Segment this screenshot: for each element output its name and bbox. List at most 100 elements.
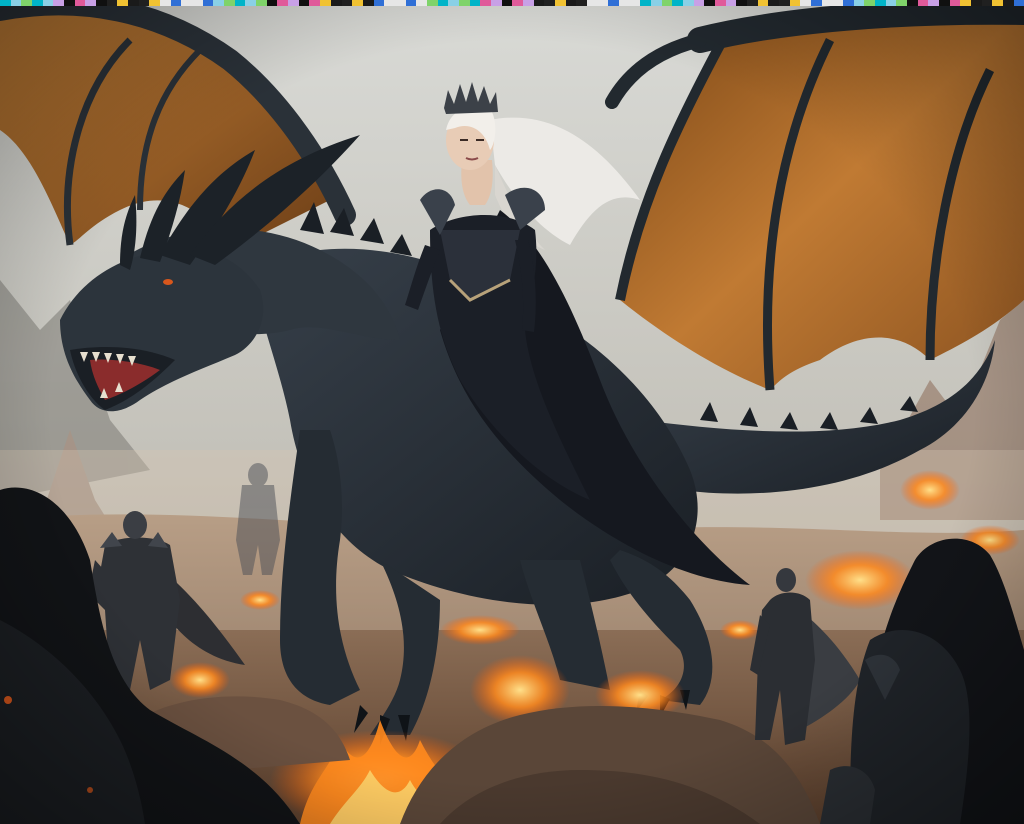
glitch-segment	[224, 0, 235, 6]
glitch-segment	[362, 0, 374, 6]
glitch-segment	[352, 0, 363, 6]
glitch-segment	[480, 0, 491, 6]
glitch-segment	[234, 0, 246, 6]
glitch-segment	[181, 0, 193, 6]
glitch-segment	[736, 0, 748, 6]
glitch-segment	[170, 0, 182, 6]
glitch-segment	[885, 0, 897, 6]
glitch-segment	[74, 0, 86, 6]
glitch-segment	[416, 0, 427, 6]
glitch-segment	[779, 0, 790, 6]
glitch-segment	[544, 0, 555, 6]
glitch-segment	[32, 0, 43, 6]
glitch-strip	[0, 0, 1024, 6]
glitch-segment	[576, 0, 587, 6]
glitch-segment	[245, 0, 257, 6]
glitch-segment	[256, 0, 267, 6]
glitch-segment	[704, 0, 716, 6]
glitch-segment	[747, 0, 758, 6]
glitch-segment	[1013, 0, 1024, 6]
glitch-segment	[650, 0, 662, 6]
glitch-segment	[981, 0, 993, 6]
glitch-segment	[522, 0, 534, 6]
glitch-segment	[661, 0, 673, 6]
vignette	[0, 0, 1024, 824]
glitch-segment	[875, 0, 886, 6]
glitch-segment	[64, 0, 75, 6]
glitch-segment	[10, 0, 22, 6]
glitch-segment	[554, 0, 566, 6]
glitch-segment	[341, 0, 353, 6]
glitch-segment	[757, 0, 769, 6]
glitch-segment	[320, 0, 331, 6]
glitch-segment	[21, 0, 33, 6]
glitch-segment	[309, 0, 321, 6]
glitch-segment	[213, 0, 225, 6]
glitch-segment	[330, 0, 342, 6]
glitch-segment	[138, 0, 150, 6]
glitch-segment	[288, 0, 299, 6]
glitch-segment	[448, 0, 459, 6]
glitch-segment	[160, 0, 171, 6]
glitch-segment	[394, 0, 406, 6]
glitch-segment	[800, 0, 812, 6]
glitch-segment	[939, 0, 950, 6]
glitch-segment	[384, 0, 395, 6]
glitch-segment	[832, 0, 844, 6]
glitch-segment	[490, 0, 502, 6]
glitch-segment	[266, 0, 278, 6]
glitch-segment	[640, 0, 651, 6]
glitch-segment	[843, 0, 854, 6]
glitch-segment	[202, 0, 214, 6]
glitch-segment	[405, 0, 417, 6]
glitch-segment	[960, 0, 972, 6]
glitch-segment	[1003, 0, 1014, 6]
glitch-segment	[458, 0, 470, 6]
glitch-segment	[501, 0, 513, 6]
glitch-segment	[533, 0, 545, 6]
glitch-segment	[586, 0, 598, 6]
glitch-segment	[725, 0, 737, 6]
glitch-segment	[277, 0, 289, 6]
glitch-segment	[821, 0, 833, 6]
glitch-segment	[149, 0, 161, 6]
glitch-segment	[0, 0, 11, 6]
glitch-segment	[992, 0, 1004, 6]
scene-canvas	[0, 0, 1024, 824]
glitch-segment	[629, 0, 641, 6]
glitch-segment	[437, 0, 449, 6]
glitch-segment	[768, 0, 780, 6]
glitch-segment	[298, 0, 310, 6]
glitch-segment	[96, 0, 107, 6]
glitch-segment	[512, 0, 523, 6]
fantasy-scene	[0, 0, 1024, 824]
glitch-segment	[672, 0, 683, 6]
glitch-segment	[693, 0, 705, 6]
glitch-segment	[853, 0, 865, 6]
glitch-segment	[565, 0, 577, 6]
glitch-segment	[128, 0, 139, 6]
glitch-segment	[618, 0, 630, 6]
glitch-segment	[42, 0, 54, 6]
glitch-segment	[373, 0, 385, 6]
glitch-segment	[917, 0, 929, 6]
glitch-segment	[683, 0, 694, 6]
glitch-segment	[85, 0, 97, 6]
glitch-segment	[106, 0, 118, 6]
glitch-segment	[608, 0, 619, 6]
glitch-segment	[928, 0, 940, 6]
glitch-segment	[971, 0, 982, 6]
glitch-segment	[117, 0, 129, 6]
glitch-segment	[896, 0, 908, 6]
glitch-segment	[426, 0, 438, 6]
glitch-segment	[715, 0, 726, 6]
glitch-segment	[789, 0, 801, 6]
glitch-segment	[907, 0, 918, 6]
glitch-segment	[53, 0, 65, 6]
glitch-segment	[864, 0, 876, 6]
glitch-segment	[597, 0, 609, 6]
glitch-segment	[811, 0, 822, 6]
glitch-segment	[469, 0, 481, 6]
glitch-segment	[192, 0, 203, 6]
glitch-segment	[949, 0, 961, 6]
